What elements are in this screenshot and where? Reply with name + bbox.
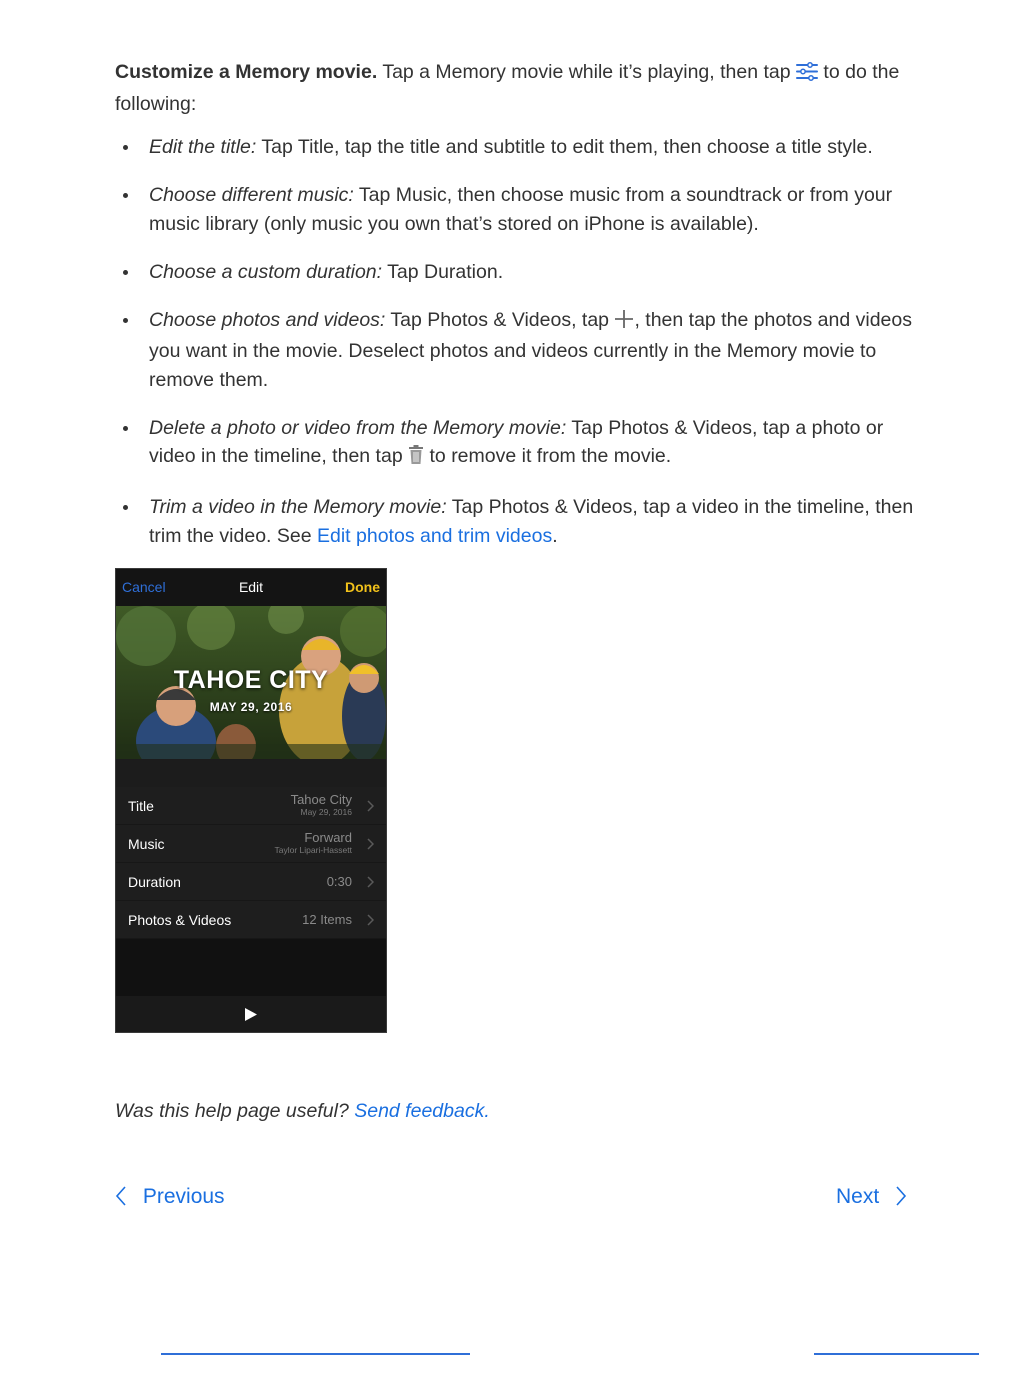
previous-link[interactable]: Previous [115,1185,225,1209]
chevron-right-icon [367,876,374,888]
item-term: Choose photos and videos: [149,308,386,331]
item-term: Choose a custom duration: [149,260,383,283]
next-link[interactable]: Next [836,1185,907,1209]
row-value: Forward Taylor Lipari-Hassett [275,830,352,855]
bullet-dot [123,317,128,323]
item-text: Tap Duration. [382,260,504,283]
music-row[interactable]: Music Forward Taylor Lipari-Hassett [116,825,386,863]
feedback-question: Was this help page useful? [115,1100,355,1122]
item-term: Edit the title: [149,136,257,158]
photo-title: TAHOE CITY [173,666,329,694]
row-label: Title [128,798,154,814]
item-text: Tap Title, tap the title and subtitle to… [256,136,873,158]
bullet-dot [123,269,128,275]
row-label: Music [128,836,165,852]
settings-list: Title Tahoe City May 29, 2016 Music Forwa… [116,787,386,939]
list-item: Choose different music: Tap Music, then … [115,181,915,238]
photos-videos-row[interactable]: Photos & Videos 12 Items [116,901,386,939]
list-item: Delete a photo or video from the Memory … [115,414,915,474]
duration-row[interactable]: Duration 0:30 [116,863,386,901]
option-list: Edit the title: Tap Title, tap the title… [115,133,915,570]
nav-bar: Edit Cancel Done [116,569,386,606]
section-gap [116,759,386,787]
bullet-dot [123,145,128,150]
row-value: Tahoe City May 29, 2016 [291,792,352,817]
row-value-main: Forward [304,830,352,845]
intro-lead: Customize a Memory movie. [115,61,378,83]
footer-divider [814,1353,979,1355]
plus-icon [614,309,634,338]
list-item: Choose a custom duration: Tap Duration. [115,258,915,287]
next-label: Next [835,1185,880,1208]
trash-icon [408,445,424,474]
row-label: Duration [128,874,181,890]
bullet-dot [123,193,128,198]
row-value: 0:30 [326,874,352,889]
feedback-line: Was this help page useful? Send feedback… [115,1100,490,1123]
row-label: Photos & Videos [128,912,232,928]
item-text-end: to remove it from the movie. [424,445,672,467]
player-bar [116,996,386,1032]
title-row[interactable]: Title Tahoe City May 29, 2016 [116,787,386,825]
sliders-icon [796,61,818,90]
chevron-right-icon [367,914,374,926]
play-icon[interactable] [244,1007,258,1022]
bullet-dot [123,425,128,431]
list-item: Choose photos and videos: Tap Photos & V… [115,306,915,395]
chevron-left-icon [115,1186,126,1206]
edit-photos-link[interactable]: Edit photos and trim videos [317,525,552,547]
chevron-right-icon [367,800,374,812]
item-term: Trim a video in the Memory movie: [149,496,447,518]
row-value-sub: Taylor Lipari-Hassett [274,845,352,855]
cancel-button[interactable]: Cancel [122,579,166,595]
row-value: 12 Items [302,912,352,927]
item-text-end: . [552,524,558,547]
previous-label: Previous [142,1185,225,1208]
list-item: Edit the title: Tap Title, tap the title… [115,133,915,162]
phone-screenshot: Edit Cancel Done TAHOE CITY MAY 29, 2016… [115,568,387,1033]
chevron-right-icon [896,1186,907,1206]
item-term: Choose different music: [149,184,354,206]
send-feedback-link[interactable]: Send feedback. [354,1100,490,1122]
row-value-main: Tahoe City [290,792,352,807]
bullet-dot [123,505,128,510]
photo-date: MAY 29, 2016 [209,700,293,714]
item-text: Tap Photos & Videos, tap [385,308,615,331]
list-item: Trim a video in the Memory movie: Tap Ph… [115,493,915,550]
intro-paragraph: Customize a Memory movie. Tap a Memory m… [115,58,915,118]
chevron-right-icon [367,838,374,850]
done-button[interactable]: Done [345,579,380,595]
row-value-sub: May 29, 2016 [300,807,352,817]
memory-photo: TAHOE CITY MAY 29, 2016 [116,606,386,759]
intro-text: Tap a Memory movie while it’s playing, t… [377,61,796,83]
footer-divider [161,1353,470,1355]
item-term: Delete a photo or video from the Memory … [149,416,567,439]
